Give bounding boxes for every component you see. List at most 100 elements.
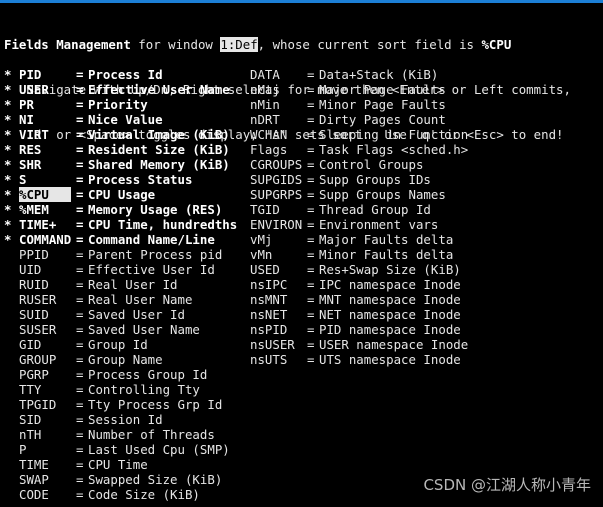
equals-sign: = bbox=[76, 262, 84, 277]
field-name[interactable]: nsUTS bbox=[250, 352, 287, 367]
field-description: Parent Process pid bbox=[88, 247, 223, 262]
field-description: Priority bbox=[88, 97, 148, 112]
field-description: Supp Groups Names bbox=[319, 187, 446, 202]
field-name[interactable]: GROUP bbox=[19, 352, 56, 367]
field-name[interactable]: ENVIRON bbox=[250, 217, 302, 232]
field-name[interactable]: nsUSER bbox=[250, 337, 295, 352]
field-name[interactable]: NI bbox=[19, 112, 34, 127]
equals-sign: = bbox=[76, 127, 84, 142]
field-description: Thread Group Id bbox=[319, 202, 431, 217]
field-name[interactable]: SWAP bbox=[19, 472, 49, 487]
field-name[interactable]: SUID bbox=[19, 307, 49, 322]
field-name[interactable]: vMj bbox=[250, 232, 272, 247]
field-name[interactable]: SUSER bbox=[19, 322, 56, 337]
equals-sign: = bbox=[76, 112, 84, 127]
field-description: Memory Usage (RES) bbox=[88, 202, 223, 217]
field-name[interactable]: WCHAN bbox=[250, 127, 287, 142]
field-name[interactable]: SUPGRPS bbox=[250, 187, 302, 202]
field-name[interactable]: SUPGIDS bbox=[250, 172, 302, 187]
field-description: CPU Usage bbox=[88, 187, 156, 202]
field-name[interactable]: PID bbox=[19, 67, 41, 82]
field-name[interactable]: COMMAND bbox=[19, 232, 71, 247]
field-name[interactable]: nMin bbox=[250, 97, 280, 112]
field-description: Nice Value bbox=[88, 112, 163, 127]
equals-sign: = bbox=[307, 292, 315, 307]
field-name[interactable]: nsIPC bbox=[250, 277, 287, 292]
equals-sign: = bbox=[307, 202, 315, 217]
field-name[interactable]: nMaj bbox=[250, 82, 280, 97]
field-name[interactable]: UID bbox=[19, 262, 41, 277]
field-description: Code Size (KiB) bbox=[88, 487, 200, 502]
field-name[interactable]: Flags bbox=[250, 142, 287, 157]
field-name[interactable]: nsMNT bbox=[250, 292, 287, 307]
display-marker: * bbox=[4, 172, 12, 187]
display-marker: * bbox=[4, 127, 12, 142]
equals-sign: = bbox=[76, 247, 84, 262]
field-name[interactable]: RES bbox=[19, 142, 41, 157]
equals-sign: = bbox=[76, 457, 84, 472]
field-description: PID namespace Inode bbox=[319, 322, 461, 337]
field-name[interactable]: PR bbox=[19, 97, 34, 112]
watermark: CSDN @江湖人称小青年 bbox=[423, 476, 591, 494]
field-description: Effective User Id bbox=[88, 262, 215, 277]
display-marker: * bbox=[4, 232, 12, 247]
field-name[interactable]: %CPU bbox=[19, 187, 71, 202]
field-description: Virtual Image (KiB) bbox=[88, 127, 230, 142]
field-name[interactable]: P bbox=[19, 442, 26, 457]
field-description: Tty Process Grp Id bbox=[88, 397, 223, 412]
header-title-tail: , whose current sort field is bbox=[257, 37, 482, 52]
field-description: Supp Groups IDs bbox=[319, 172, 431, 187]
equals-sign: = bbox=[76, 157, 84, 172]
field-description: Data+Stack (KiB) bbox=[319, 67, 439, 82]
equals-sign: = bbox=[307, 157, 315, 172]
equals-sign: = bbox=[76, 367, 84, 382]
field-name[interactable]: TGID bbox=[250, 202, 280, 217]
equals-sign: = bbox=[76, 397, 84, 412]
field-name[interactable]: RUSER bbox=[19, 292, 56, 307]
field-name[interactable]: SID bbox=[19, 412, 41, 427]
field-description: Real User Id bbox=[88, 277, 178, 292]
field-name[interactable]: TPGID bbox=[19, 397, 56, 412]
field-description: CPU Time, hundredths bbox=[88, 217, 238, 232]
equals-sign: = bbox=[76, 427, 84, 442]
equals-sign: = bbox=[76, 142, 84, 157]
field-description: Res+Swap Size (KiB) bbox=[319, 262, 461, 277]
field-name[interactable]: VIRT bbox=[19, 127, 49, 142]
field-description: Minor Page Faults bbox=[319, 97, 446, 112]
field-name[interactable]: USED bbox=[250, 262, 280, 277]
equals-sign: = bbox=[307, 112, 315, 127]
field-name[interactable]: %MEM bbox=[19, 202, 49, 217]
field-name[interactable]: nsPID bbox=[250, 322, 287, 337]
equals-sign: = bbox=[307, 187, 315, 202]
field-name[interactable]: DATA bbox=[250, 67, 280, 82]
field-name[interactable]: S bbox=[19, 172, 26, 187]
field-name[interactable]: RUID bbox=[19, 277, 49, 292]
equals-sign: = bbox=[307, 277, 315, 292]
field-name[interactable]: nsNET bbox=[250, 307, 287, 322]
field-name[interactable]: PPID bbox=[19, 247, 49, 262]
field-description: Major Faults delta bbox=[319, 232, 454, 247]
field-description: Minor Faults delta bbox=[319, 247, 454, 262]
field-name[interactable]: CODE bbox=[19, 487, 49, 502]
header-title-line: Fields Management for window 1:Def, whos… bbox=[4, 37, 571, 52]
equals-sign: = bbox=[76, 97, 84, 112]
equals-sign: = bbox=[307, 127, 315, 142]
field-name[interactable]: SHR bbox=[19, 157, 41, 172]
equals-sign: = bbox=[307, 307, 315, 322]
header-title-mid: for window bbox=[130, 37, 221, 52]
field-name[interactable]: PGRP bbox=[19, 367, 49, 382]
field-name[interactable]: GID bbox=[19, 337, 41, 352]
field-name[interactable]: TIME bbox=[19, 457, 49, 472]
field-name[interactable]: TIME+ bbox=[19, 217, 56, 232]
field-name[interactable]: USER bbox=[19, 82, 49, 97]
field-description: Number of Threads bbox=[88, 427, 215, 442]
equals-sign: = bbox=[76, 472, 84, 487]
field-description: Process Id bbox=[88, 67, 163, 82]
field-description: IPC namespace Inode bbox=[319, 277, 461, 292]
field-name[interactable]: TTY bbox=[19, 382, 41, 397]
field-name[interactable]: vMn bbox=[250, 247, 272, 262]
field-description: Saved User Name bbox=[88, 322, 200, 337]
field-name[interactable]: nDRT bbox=[250, 112, 280, 127]
field-name[interactable]: CGROUPS bbox=[250, 157, 302, 172]
field-name[interactable]: nTH bbox=[19, 427, 41, 442]
